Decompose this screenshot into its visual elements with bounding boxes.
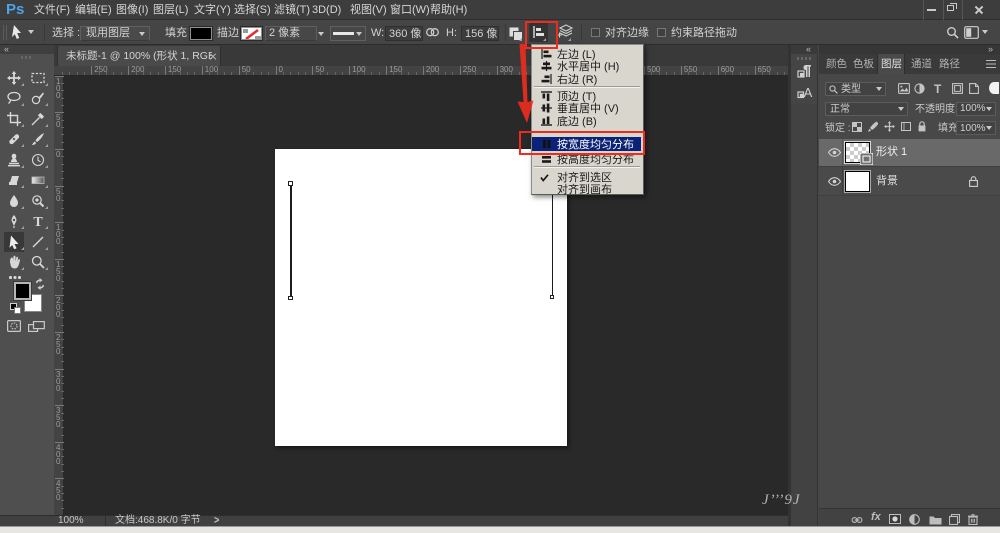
svg-text:T: T bbox=[33, 215, 43, 228]
svg-text:A: A bbox=[804, 85, 813, 100]
